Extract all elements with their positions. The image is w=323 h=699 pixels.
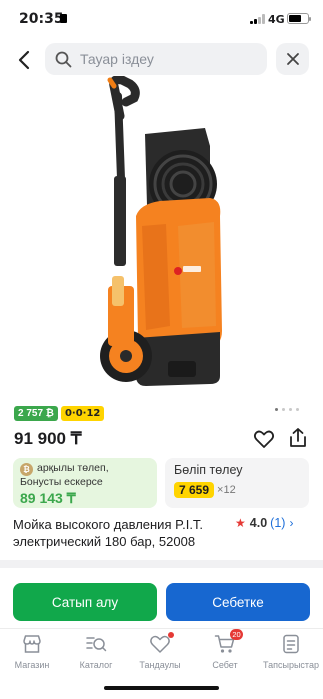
battery-icon <box>287 13 311 24</box>
cart-icon: 20 <box>214 629 243 655</box>
search-placeholder: Тауар іздеу <box>80 51 154 67</box>
orders-icon <box>283 634 299 654</box>
installment-months: ×12 <box>217 484 236 496</box>
chevron-right-icon: › <box>289 516 294 530</box>
product-title: Мойка высокого давления P.I.T. электриче… <box>13 517 204 549</box>
tab-favorites[interactable]: Тандаулы <box>128 632 192 670</box>
installment-amount: 7 659 <box>174 482 215 498</box>
review-count: (1) <box>270 516 286 530</box>
search-icon <box>55 51 72 67</box>
search-input[interactable]: Тауар іздеу <box>45 43 267 75</box>
tab-label: Магазин <box>14 660 50 670</box>
heart-icon <box>149 632 174 655</box>
tab-label: Каталог <box>79 660 113 670</box>
rating-link[interactable]: ★ 4.0 (1) › <box>235 516 293 530</box>
cart-count-badge: 20 <box>230 629 243 640</box>
catalog-search-icon <box>86 637 107 652</box>
search-header: Тауар іздеу <box>0 38 323 80</box>
tab-orders[interactable]: Тапсырыстар <box>259 633 323 670</box>
buy-now-button[interactable]: Сатып алу <box>13 583 157 621</box>
close-icon <box>286 53 299 65</box>
section-divider <box>0 560 323 568</box>
product-price: 91 900 ₸ <box>14 429 82 448</box>
bonus-coin-icon: ₿ <box>20 463 33 476</box>
chevron-left-icon <box>18 50 30 70</box>
tab-store[interactable]: Магазин <box>0 633 64 670</box>
favorite-heart-icon[interactable] <box>253 428 275 450</box>
signal-icon <box>250 14 265 24</box>
bonus-badge: 2 757 ₿ <box>14 406 58 421</box>
status-time: 20:35 <box>19 11 64 27</box>
network-type: 4G <box>268 13 285 26</box>
store-icon <box>23 635 41 653</box>
back-button[interactable] <box>10 46 38 74</box>
tab-label: Тапсырыстар <box>263 660 319 670</box>
installment-badge: 0·0·12 <box>60 406 105 421</box>
gallery-pagination <box>275 408 299 411</box>
gallery-dot <box>275 408 278 411</box>
bonus-card-amount: 89 143 ₸ <box>20 490 76 506</box>
tab-cart[interactable]: 20 Себет <box>193 629 257 670</box>
bonus-card[interactable]: ₿ арқылы төлеп, Бонусты ескерсе 89 143 ₸ <box>13 458 157 508</box>
home-indicator <box>104 686 219 690</box>
star-icon: ★ <box>235 516 246 530</box>
bonus-card-line1: арқылы төлеп, <box>37 462 109 474</box>
installment-card[interactable]: Бөліп төлеу 7 659 ×12 <box>165 458 309 508</box>
bonus-card-line2: Бонусты ескерсе <box>20 476 103 488</box>
promo-badges: 2 757 ₿ 0·0·12 <box>14 406 105 421</box>
share-icon[interactable] <box>287 427 309 449</box>
rating-value: 4.0 <box>249 516 268 530</box>
notification-dot <box>168 632 174 638</box>
tab-label: Себет <box>212 660 238 670</box>
gallery-dot <box>282 408 285 411</box>
tab-catalog[interactable]: Каталог <box>64 633 128 670</box>
add-to-cart-button[interactable]: Себетке <box>166 583 310 621</box>
gallery-dot <box>289 408 292 411</box>
installment-card-title: Бөліп төлеу <box>174 463 243 477</box>
gallery-dot <box>296 408 299 411</box>
tab-label: Тандаулы <box>139 660 181 670</box>
status-bar: 20:35 4G <box>0 0 323 38</box>
product-image[interactable] <box>70 76 250 398</box>
close-button[interactable] <box>276 43 309 75</box>
lock-icon <box>60 14 67 23</box>
